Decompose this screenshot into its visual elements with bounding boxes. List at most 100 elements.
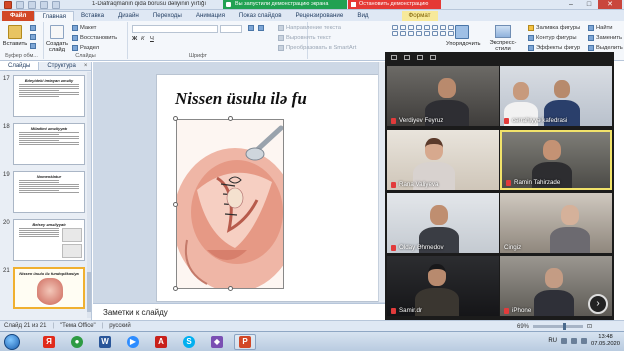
bullets-button[interactable] bbox=[248, 25, 254, 31]
fit-slide-icon[interactable]: ⊡ bbox=[587, 323, 592, 330]
participant-tile[interactable]: Samir.dr bbox=[387, 256, 499, 316]
shape-fill-button[interactable]: Заливка фигуры bbox=[528, 25, 580, 31]
undo-icon[interactable] bbox=[28, 1, 36, 9]
resize-handle[interactable] bbox=[173, 202, 178, 207]
participant-tile[interactable]: Cingiz bbox=[500, 193, 612, 253]
find-icon bbox=[588, 25, 594, 31]
slide-thumbnail[interactable]: 17 Bıleyideki imtayan əməliy bbox=[0, 74, 88, 118]
format-painter-button[interactable] bbox=[30, 43, 36, 49]
gallery-view-icon[interactable] bbox=[391, 55, 397, 60]
tab-transitions[interactable]: Переходы bbox=[146, 11, 189, 21]
tab-animations[interactable]: Анимация bbox=[189, 11, 232, 21]
next-page-button[interactable]: › bbox=[588, 294, 608, 314]
tab-outline[interactable]: Структура bbox=[39, 62, 83, 70]
tab-format[interactable]: Формат bbox=[401, 11, 438, 21]
tab-home[interactable]: Главная bbox=[34, 11, 75, 21]
italic-button[interactable]: К bbox=[141, 36, 144, 42]
slide-canvas[interactable]: Nissen üsulu ilə fu bbox=[156, 74, 396, 302]
tab-insert[interactable]: Вставка bbox=[74, 11, 111, 21]
bold-button[interactable]: Ж bbox=[132, 36, 137, 42]
tab-view[interactable]: Вид bbox=[350, 11, 375, 21]
participant-tile[interactable]: Rana Valiyeva bbox=[387, 130, 499, 190]
taskbar-app[interactable]: ● bbox=[66, 334, 88, 350]
direction-button[interactable]: Направление текста bbox=[278, 25, 341, 31]
save-icon[interactable] bbox=[16, 1, 24, 9]
select-label: Выделить bbox=[596, 45, 623, 51]
taskbar-app[interactable]: S bbox=[178, 334, 200, 350]
slides-panel-scrollbar[interactable] bbox=[87, 72, 91, 318]
close-panel-icon[interactable]: × bbox=[84, 62, 92, 70]
redo-icon[interactable] bbox=[40, 1, 48, 9]
zoom-level[interactable]: 69% bbox=[517, 324, 529, 330]
resize-handle[interactable] bbox=[173, 286, 178, 291]
participant-tile[interactable]: Olday Əhmedov bbox=[387, 193, 499, 253]
shape-effects-button[interactable]: Эффекты фигур bbox=[528, 45, 580, 51]
zoom-slider[interactable] bbox=[533, 323, 584, 330]
minimize-button[interactable]: – bbox=[562, 0, 580, 9]
cut-button[interactable] bbox=[30, 25, 36, 31]
layout-button[interactable]: Макет bbox=[72, 25, 96, 31]
language-indicator[interactable]: русский bbox=[109, 323, 131, 329]
editor-scrollbar[interactable] bbox=[378, 62, 385, 302]
thumbnail-preview: Nissen üsulu ilə fundoplikasiya bbox=[13, 267, 85, 309]
maximize-button[interactable]: □ bbox=[580, 0, 598, 9]
numbering-button[interactable] bbox=[258, 25, 264, 31]
new-slide-button[interactable]: Создать слайд bbox=[45, 25, 69, 53]
stop-share-button[interactable]: Остановить демонстрацию bbox=[348, 0, 441, 9]
replace-button[interactable]: Заменить bbox=[588, 35, 622, 41]
resize-handle[interactable] bbox=[228, 286, 233, 291]
mic-muted-icon bbox=[504, 307, 509, 314]
section-button[interactable]: Раздел bbox=[72, 45, 99, 51]
volume-icon[interactable] bbox=[570, 338, 577, 344]
tab-file[interactable]: Файл bbox=[2, 11, 35, 21]
language-indicator[interactable]: RU bbox=[548, 338, 557, 344]
zoom-slider-thumb[interactable] bbox=[563, 323, 567, 330]
participant-tile-active[interactable]: Ramin Tahirzade bbox=[500, 130, 612, 190]
resize-handle[interactable] bbox=[173, 116, 178, 121]
slide-thumbnail[interactable]: 19 Nomenklatur bbox=[0, 170, 88, 214]
tab-review[interactable]: Рецензирование bbox=[289, 11, 351, 21]
smartart-button[interactable]: Преобразовать в SmartArt bbox=[278, 45, 356, 51]
participant-tile[interactable]: cərrahiyyə kafedrasi bbox=[500, 66, 612, 126]
slide-thumbnail[interactable]: 18 Miladimi əməliyyatı bbox=[0, 122, 88, 166]
slide-thumbnail[interactable]: 20 Belsey əməliyyatı bbox=[0, 218, 88, 262]
taskbar-app-active[interactable]: P bbox=[234, 334, 256, 350]
participant-tile[interactable]: Verdiyev Feyruz bbox=[387, 66, 499, 126]
customize-qat-icon[interactable] bbox=[52, 1, 60, 9]
find-button[interactable]: Найти bbox=[588, 25, 613, 31]
notes-pane[interactable]: Заметки к слайду bbox=[93, 303, 385, 320]
slide-title[interactable]: Nissen üsulu ilə fu bbox=[175, 89, 395, 109]
start-button[interactable] bbox=[4, 334, 20, 350]
shape-outline-button[interactable]: Контур фигуры bbox=[528, 35, 577, 41]
fullscreen-icon[interactable] bbox=[430, 55, 436, 60]
font-size-box[interactable] bbox=[220, 25, 242, 33]
tab-slideshow[interactable]: Показ слайдов bbox=[232, 11, 289, 21]
tab-slides[interactable]: Слайды bbox=[0, 62, 40, 70]
taskbar-app[interactable]: A bbox=[150, 334, 172, 350]
underline-button[interactable]: Ч bbox=[150, 36, 154, 42]
reset-button[interactable]: Восстановить bbox=[72, 35, 117, 41]
grid-view-icon[interactable] bbox=[417, 55, 423, 60]
slide-thumbnail-selected[interactable]: 21 Nissen üsulu ilə fundoplikasiya bbox=[0, 266, 88, 310]
arrange-button[interactable]: Упорядочить bbox=[446, 25, 481, 47]
copy-button[interactable] bbox=[30, 34, 36, 40]
paste-button[interactable]: Вставить bbox=[1, 25, 29, 47]
tab-design[interactable]: Дизайн bbox=[111, 11, 146, 21]
quick-styles-button[interactable]: Экспресс-стили bbox=[482, 25, 524, 52]
surgery-illustration[interactable] bbox=[176, 119, 284, 289]
clock[interactable]: 13:48 07.05.2020 bbox=[591, 334, 620, 348]
taskbar-app[interactable]: ▶ bbox=[122, 334, 144, 350]
resize-handle[interactable] bbox=[228, 116, 233, 121]
font-name-box[interactable] bbox=[132, 25, 218, 33]
taskbar-app[interactable]: W bbox=[94, 334, 116, 350]
select-button[interactable]: Выделить bbox=[588, 45, 623, 51]
thumbnail-preview: Bıleyideki imtayan əməliy bbox=[13, 75, 85, 117]
taskbar-app[interactable]: Я bbox=[38, 334, 60, 350]
taskbar-app[interactable]: ◆ bbox=[206, 334, 228, 350]
align-text-button[interactable]: Выровнять текст bbox=[278, 35, 331, 41]
speaker-view-icon[interactable] bbox=[404, 55, 410, 60]
battery-icon[interactable] bbox=[580, 338, 587, 344]
scrollbar-thumb[interactable] bbox=[87, 272, 91, 312]
close-button[interactable]: ✕ bbox=[598, 0, 622, 9]
network-icon[interactable] bbox=[560, 338, 567, 344]
